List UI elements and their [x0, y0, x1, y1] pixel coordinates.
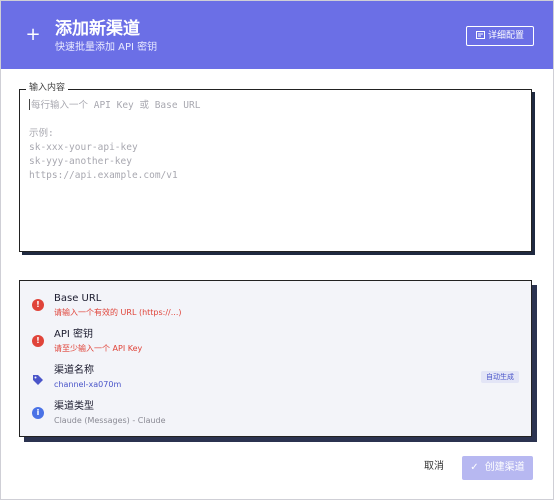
- detail-config-label: 详细配置: [487, 31, 524, 41]
- placeholder-line: sk-yyy-another-key: [29, 156, 132, 167]
- input-placeholder: 每行输入一个 API Key 或 Base URL 示例: sk-xxx-you…: [29, 99, 519, 183]
- placeholder-line: https://api.example.com/v1: [29, 170, 178, 181]
- api-key-message: 请至少输入一个 API Key: [54, 344, 143, 353]
- channel-name-value: channel-xa070m: [54, 380, 122, 389]
- api-key-label: API 密钥: [54, 329, 93, 340]
- settings-icon: [475, 31, 485, 41]
- channel-type-value: Claude (Messages) - Claude: [54, 416, 166, 425]
- dialog-title: 添加新渠道: [55, 19, 140, 39]
- create-channel-label: 创建渠道: [484, 462, 525, 473]
- cancel-button[interactable]: 取消: [417, 456, 451, 478]
- placeholder-line: [29, 113, 519, 127]
- detail-config-button[interactable]: 详细配置: [466, 26, 534, 46]
- text-caret: [29, 99, 30, 110]
- placeholder-line: 示例:: [29, 128, 54, 139]
- check-icon: ✓: [470, 462, 479, 473]
- add-channel-dialog: + 添加新渠道 快速批量添加 API 密钥 详细配置 输入内容 每行输入一个 A…: [0, 0, 554, 500]
- channel-name-label: 渠道名称: [54, 365, 94, 376]
- error-icon: !: [32, 299, 44, 311]
- tag-icon: [32, 371, 44, 385]
- create-channel-button[interactable]: ✓ 创建渠道: [462, 456, 533, 480]
- plus-icon: +: [25, 24, 41, 45]
- dialog-subtitle: 快速批量添加 API 密钥: [55, 42, 158, 53]
- placeholder-line: 每行输入一个 API Key 或 Base URL: [31, 100, 201, 111]
- channel-type-label: 渠道类型: [54, 401, 94, 412]
- input-legend: 输入内容: [26, 82, 69, 94]
- base-url-message: 请输入一个有效的 URL (https://...): [54, 308, 182, 317]
- validation-panel: ! Base URL 请输入一个有效的 URL (https://...) ! …: [19, 280, 532, 437]
- dialog-header: + 添加新渠道 快速批量添加 API 密钥 详细配置: [1, 1, 553, 69]
- auto-generated-badge: 自动生成: [481, 371, 519, 383]
- info-icon: i: [32, 407, 44, 419]
- error-icon: !: [32, 335, 44, 347]
- base-url-label: Base URL: [54, 293, 102, 304]
- placeholder-line: sk-xxx-your-api-key: [29, 142, 138, 153]
